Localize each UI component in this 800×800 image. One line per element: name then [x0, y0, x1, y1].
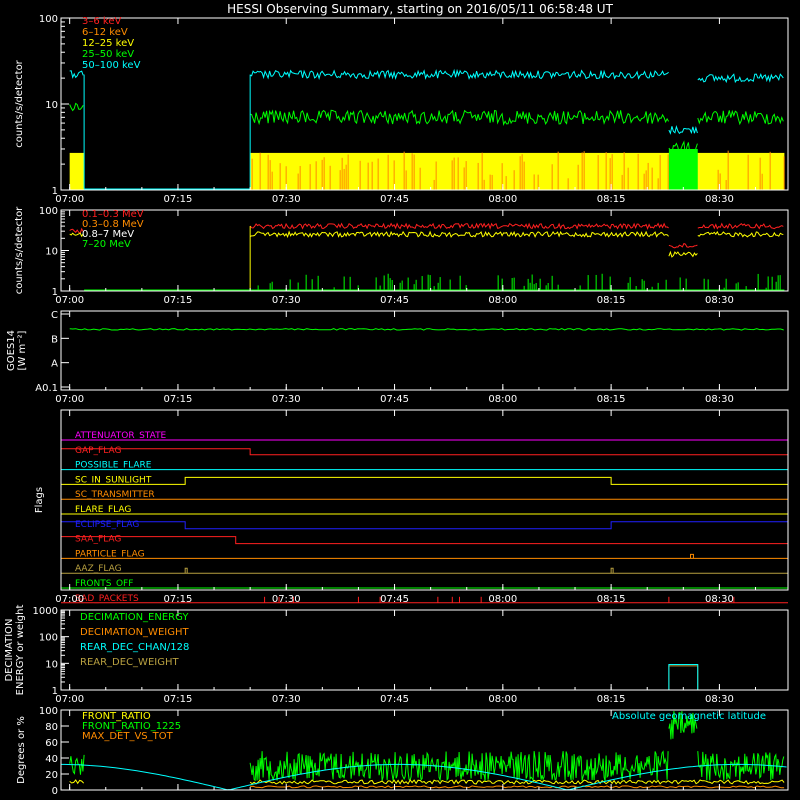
time-tick-label: 07:15 — [164, 394, 193, 405]
time-tick-label: 07:00 — [55, 295, 84, 306]
time-tick-label: 08:00 — [488, 694, 517, 705]
time-tick-label: 07:30 — [272, 394, 301, 405]
time-tick-label: 08:00 — [488, 594, 517, 605]
y-tick-label: 20 — [45, 770, 58, 781]
time-tick-label: 07:15 — [164, 295, 193, 306]
time-tick-label: 07:45 — [380, 594, 409, 605]
time-tick-label: 07:00 — [55, 394, 84, 405]
legend-entry: DECIMATION_ENERGY — [80, 612, 189, 623]
flag-label: BAD_PACKETS — [75, 594, 139, 604]
ratio-annotation: Absolute geomagnetic latitude — [612, 711, 766, 722]
time-tick-label: 07:00 — [55, 694, 84, 705]
y-tick-label: 100 — [39, 206, 58, 217]
legend-entry: MAX_DET_VS_TOT — [82, 731, 174, 742]
time-tick-label: 07:45 — [380, 194, 409, 205]
time-tick-label: 07:30 — [272, 694, 301, 705]
decimation-ylabel: DECIMATION — [4, 618, 15, 681]
time-tick-label: 07:45 — [380, 694, 409, 705]
time-tick-label: 07:30 — [272, 194, 301, 205]
time-tick-label: 08:00 — [488, 194, 517, 205]
flag-label: FLARE_FLAG — [75, 505, 131, 515]
flag-label: SC_IN_SUNLIGHT — [75, 475, 152, 485]
flag-label: FRONTS_OFF — [75, 579, 133, 589]
time-tick-label: 08:15 — [597, 295, 626, 306]
legend-entry: DECIMATION_WEIGHT — [80, 627, 189, 638]
flags-ylabel: Flags — [34, 487, 45, 513]
time-tick-label: 08:15 — [597, 594, 626, 605]
y-tick-label: 100 — [39, 706, 58, 717]
time-tick-label: 07:15 — [164, 594, 193, 605]
legend-entry: REAR_DEC_CHAN/128 — [80, 642, 189, 653]
legend-entry: 6–12 keV — [82, 27, 128, 38]
y-tick-label: 100 — [39, 14, 58, 25]
flag-label: AAZ_FLAG — [75, 564, 122, 574]
time-tick-label: 07:45 — [380, 295, 409, 306]
figure-title: HESSI Observing Summary, starting on 201… — [227, 2, 613, 16]
flag-label: GAP_FLAG — [75, 446, 121, 456]
y-tick-label: A — [51, 359, 58, 370]
y-tick-label: 10 — [45, 659, 58, 670]
time-tick-label: 08:30 — [705, 194, 734, 205]
y-tick-label: 1000 — [33, 606, 58, 617]
decimation-ylabel2: ENERGY or weight — [15, 605, 26, 696]
time-tick-label: 07:15 — [164, 694, 193, 705]
legend-entry: 50–100 keV — [82, 60, 141, 71]
gamma-ylabel: counts/s/detector — [14, 206, 25, 294]
ratio-ylabel: Degrees or % — [16, 716, 27, 784]
time-tick-label: 08:15 — [597, 694, 626, 705]
time-tick-label: 07:00 — [55, 594, 84, 605]
time-tick-label: 07:30 — [272, 594, 301, 605]
y-tick-label: 10 — [45, 100, 58, 111]
flag-label: ATTENUATOR_STATE — [75, 431, 167, 441]
time-tick-label: 07:45 — [380, 394, 409, 405]
time-tick-label: 08:15 — [597, 194, 626, 205]
legend-entry: REAR_DEC_WEIGHT — [80, 657, 179, 668]
time-tick-label: 08:30 — [705, 694, 734, 705]
y-tick-label: 10 — [45, 247, 58, 258]
flag-label: SAA_FLAG — [75, 535, 121, 545]
y-tick-label: 60 — [45, 738, 58, 749]
legend-entry: 12–25 keV — [82, 38, 134, 49]
flag-label: ECLIPSE_FLAG — [75, 520, 139, 530]
y-tick-label: 80 — [45, 722, 58, 733]
time-tick-label: 08:30 — [705, 295, 734, 306]
time-tick-label: 08:15 — [597, 394, 626, 405]
y-tick-label: B — [51, 334, 58, 345]
time-tick-label: 08:00 — [488, 394, 517, 405]
y-tick-label: C — [51, 310, 58, 321]
time-tick-label: 07:30 — [272, 295, 301, 306]
y-tick-label: 100 — [39, 633, 58, 644]
band-12-25 — [69, 152, 85, 190]
y-tick-label: 0 — [52, 786, 58, 797]
time-tick-label: 08:30 — [705, 594, 734, 605]
time-tick-label: 08:30 — [705, 394, 734, 405]
observing-summary-figure: HESSI Observing Summary, starting on 201… — [0, 0, 800, 800]
legend-entry: 25–50 keV — [82, 49, 134, 60]
lightcurve-ylabel: counts/s/detector — [14, 59, 25, 147]
y-tick-label: A0.1 — [35, 383, 58, 394]
y-tick-label: 40 — [45, 754, 58, 765]
legend-entry: 7–20 MeV — [82, 239, 131, 250]
flag-label: PARTICLE_FLAG — [75, 549, 145, 559]
time-tick-label: 07:00 — [55, 194, 84, 205]
goes-ylabel-units: [W m⁻²] — [17, 330, 28, 370]
flag-label: SC_TRANSMITTER — [75, 490, 155, 500]
goes-ylabel: GOES14 — [6, 330, 17, 371]
flag-label: POSSIBLE_FLARE — [75, 461, 152, 471]
legend-entry: 3–6 keV — [82, 16, 121, 27]
band-25-50-low — [668, 148, 698, 190]
time-tick-label: 07:15 — [164, 194, 193, 205]
time-tick-label: 08:00 — [488, 295, 517, 306]
